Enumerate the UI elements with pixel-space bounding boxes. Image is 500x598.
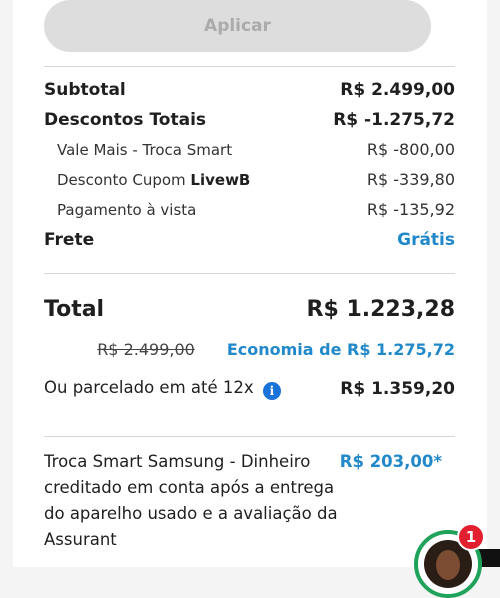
shipping-label: Frete bbox=[44, 230, 95, 250]
subtotal-value: R$ 2.499,00 bbox=[340, 80, 455, 100]
installments-row: Ou parcelado em até 12x i R$ 1.359,20 bbox=[44, 378, 455, 400]
coupon-code: LivewB bbox=[190, 171, 251, 189]
divider bbox=[44, 436, 455, 437]
discount-item-value: R$ -339,80 bbox=[366, 170, 455, 189]
apply-coupon-button[interactable]: Aplicar bbox=[44, 0, 431, 52]
total-value: R$ 1.223,28 bbox=[306, 297, 455, 322]
chat-notification-badge[interactable]: 1 bbox=[457, 523, 485, 551]
discount-item-vale-mais: Vale Mais - Troca Smart R$ -800,00 bbox=[57, 140, 455, 159]
installments-label: Ou parcelado em até 12x i bbox=[44, 378, 281, 400]
subtotal-label: Subtotal bbox=[44, 80, 126, 100]
savings-row: R$ 2.499,00 Economia de R$ 1.275,72 bbox=[44, 340, 455, 359]
trade-in-value: R$ 203,00* bbox=[339, 452, 442, 471]
discount-item-cash-payment: Pagamento à vista R$ -135,92 bbox=[57, 200, 455, 219]
discount-item-coupon: Desconto Cupom LivewB R$ -339,80 bbox=[57, 170, 455, 189]
subtotal-row: Subtotal R$ 2.499,00 bbox=[44, 80, 455, 100]
discount-item-label: Vale Mais - Troca Smart bbox=[57, 141, 233, 159]
discount-item-value: R$ -800,00 bbox=[366, 140, 455, 159]
installments-value: R$ 1.359,20 bbox=[340, 379, 455, 399]
discounts-row: Descontos Totais R$ -1.275,72 bbox=[44, 110, 455, 130]
order-summary-card: Aplicar Subtotal R$ 2.499,00 Descontos T… bbox=[13, 0, 487, 567]
shipping-value: Grátis bbox=[397, 230, 455, 250]
coupon-prefix: Desconto Cupom bbox=[57, 171, 191, 189]
trade-in-description: Troca Smart Samsung - Dinheiro creditado… bbox=[44, 452, 338, 549]
avatar-face bbox=[436, 550, 460, 580]
shipping-row: Frete Grátis bbox=[44, 230, 455, 250]
divider bbox=[44, 273, 455, 274]
savings-amount: Economia de R$ 1.275,72 bbox=[226, 340, 455, 359]
discounts-label: Descontos Totais bbox=[44, 110, 207, 130]
total-row: Total R$ 1.223,28 bbox=[44, 297, 455, 322]
discount-item-label: Desconto Cupom LivewB bbox=[57, 171, 250, 189]
discount-item-label: Pagamento à vista bbox=[57, 201, 197, 219]
total-label: Total bbox=[44, 297, 105, 322]
discount-item-value: R$ -135,92 bbox=[366, 200, 455, 219]
installments-text: Ou parcelado em até 12x bbox=[44, 378, 254, 397]
discounts-value: R$ -1.275,72 bbox=[333, 110, 455, 130]
divider bbox=[44, 66, 455, 67]
original-price: R$ 2.499,00 bbox=[97, 340, 195, 359]
info-icon[interactable]: i bbox=[262, 382, 281, 400]
